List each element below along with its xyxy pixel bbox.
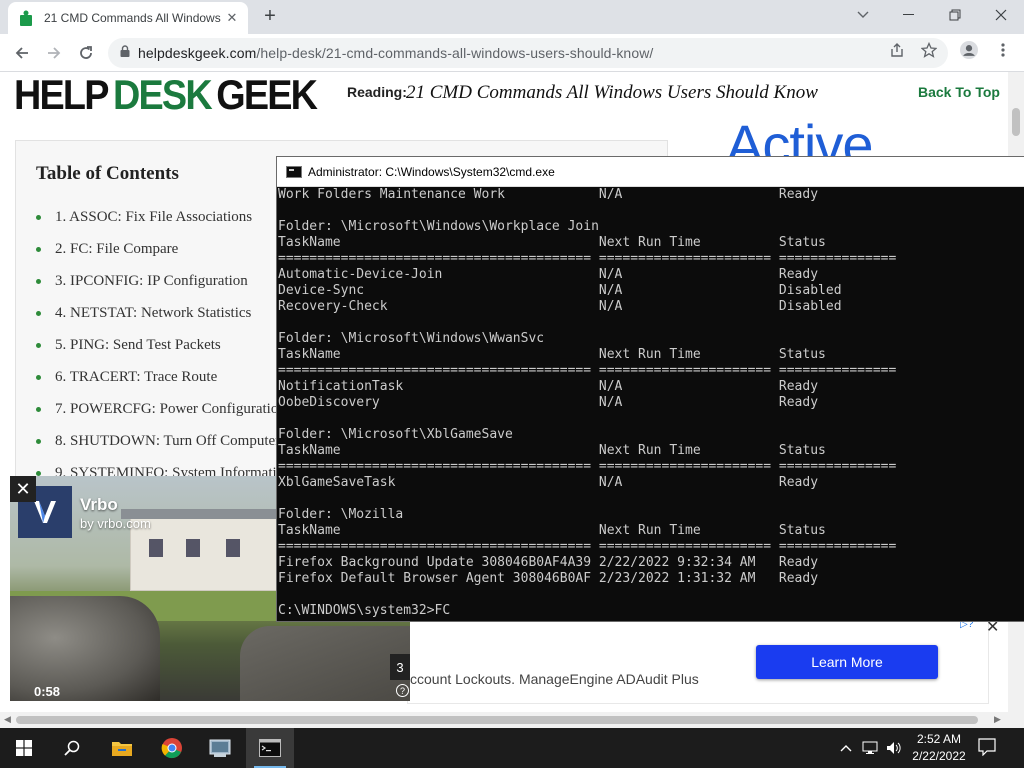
close-window-icon[interactable] (978, 0, 1024, 30)
toc-item-label: 6. TRACERT: Trace Route (55, 368, 218, 385)
cmd-icon (286, 165, 302, 178)
toc-item-label: 2. FC: File Compare (55, 240, 179, 257)
lock-icon[interactable] (120, 44, 130, 62)
video-scene-car (10, 596, 160, 701)
video-brand-name: Vrbo (80, 495, 118, 514)
bullet-icon (36, 470, 41, 476)
bullet-icon (36, 278, 41, 284)
show-hidden-icons-chevron-icon[interactable] (838, 740, 854, 756)
address-bar[interactable]: helpdeskgeek.com/help-desk/21-cmd-comman… (108, 38, 948, 68)
tab-close-icon[interactable]: ✕ (224, 10, 240, 26)
logo-part-desk: DESK (113, 72, 213, 118)
chrome-icon[interactable] (148, 728, 196, 768)
notification-icon[interactable] (978, 738, 1002, 758)
toc-item[interactable]: 2. FC: File Compare (36, 233, 292, 265)
tab-title: 21 CMD Commands All Windows (44, 11, 221, 25)
start-windows-icon[interactable] (0, 728, 48, 768)
cmd-window[interactable]: Administrator: C:\Windows\System32\cmd.e… (276, 156, 1024, 622)
reading-title: 21 CMD Commands All Windows Users Should… (406, 82, 818, 103)
cmd-console[interactable]: Work Folders Maintenance Work N/A Ready … (277, 187, 1024, 621)
taskbar-clock[interactable]: 2:52 AM 2/22/2022 (906, 731, 972, 765)
browser-tab-strip: 21 CMD Commands All Windows ✕ + (0, 0, 1024, 34)
search-icon[interactable] (48, 728, 96, 768)
logo-part-help: HELP (14, 72, 109, 118)
bullet-icon (36, 214, 41, 220)
toc-item-label: 7. POWERCFG: Power Configuration (55, 400, 286, 417)
url-text: helpdeskgeek.com/help-desk/21-cmd-comman… (138, 45, 653, 61)
bullet-icon (36, 310, 41, 316)
video-scene-window (226, 539, 240, 557)
toc-item[interactable]: 6. TRACERT: Trace Route (36, 361, 292, 393)
bullet-icon (36, 342, 41, 348)
toc-item-label: 8. SHUTDOWN: Turn Off Computer (55, 432, 281, 449)
toc-title: Table of Contents (36, 163, 179, 184)
video-close-button[interactable]: ✕ (10, 476, 36, 502)
url-host: helpdeskgeek.com (138, 45, 257, 61)
toc-item-label: 5. PING: Send Test Packets (55, 336, 221, 353)
toc-item[interactable]: 3. IPCONFIG: IP Configuration (36, 265, 292, 297)
share-icon[interactable] (888, 41, 906, 59)
video-help-icon[interactable]: ? (396, 684, 409, 697)
menu-kebab-icon[interactable] (994, 41, 1012, 59)
toc-item-label: 3. IPCONFIG: IP Configuration (55, 272, 248, 289)
profile-avatar-icon[interactable] (960, 41, 978, 59)
learn-more-button[interactable]: Learn More (756, 645, 938, 679)
video-scene-house (121, 509, 291, 591)
new-tab-icon[interactable]: + (260, 6, 280, 26)
network-icon[interactable] (862, 740, 878, 756)
toc-list: 1. ASSOC: Fix File Associations 2. FC: F… (36, 201, 292, 489)
toc-item[interactable]: 1. ASSOC: Fix File Associations (36, 201, 292, 233)
volume-icon[interactable] (886, 740, 902, 756)
clock-date: 2/22/2022 (912, 749, 966, 763)
vertical-scroll-thumb[interactable] (1012, 108, 1020, 136)
toc-item-label: 1. ASSOC: Fix File Associations (55, 208, 253, 225)
cmd-taskbar-icon[interactable] (246, 728, 294, 768)
horizontal-scrollbar[interactable]: ◀ ▶ (0, 712, 1024, 728)
file-explorer-icon[interactable] (98, 728, 146, 768)
ad-banner-bottom[interactable]: ▷? ✕ ccount Lockouts. ManageEngine ADAud… (407, 616, 999, 704)
reload-icon[interactable] (74, 41, 98, 65)
bullet-icon (36, 438, 41, 444)
cmd-title: Administrator: C:\Windows\System32\cmd.e… (308, 164, 555, 179)
bookmark-star-icon[interactable] (920, 41, 938, 59)
toc-item[interactable]: 5. PING: Send Test Packets (36, 329, 292, 361)
browser-tab[interactable]: 21 CMD Commands All Windows ✕ (8, 2, 248, 34)
ad-banner-active[interactable]: Active (706, 112, 1006, 162)
cmd-titlebar[interactable]: Administrator: C:\Windows\System32\cmd.e… (277, 157, 1024, 187)
back-to-top-link[interactable]: Back To Top (918, 84, 1000, 100)
video-ad-count: 3 (390, 654, 410, 680)
site-logo[interactable]: HELP DESK GEEK (14, 72, 318, 118)
toc-item[interactable]: 4. NETSTAT: Network Statistics (36, 297, 292, 329)
restore-icon[interactable] (932, 0, 978, 30)
taskbar: 2:52 AM 2/22/2022 (0, 728, 1024, 768)
back-arrow-icon[interactable] (10, 41, 34, 65)
cmd-output: Work Folders Maintenance Work N/A Ready … (278, 187, 897, 618)
video-time: 0:58 (34, 684, 61, 699)
favicon-icon (18, 10, 34, 26)
toc-item[interactable]: 8. SHUTDOWN: Turn Off Computer (36, 425, 292, 457)
toc-item[interactable]: 7. POWERCFG: Power Configuration (36, 393, 292, 425)
clock-time: 2:52 AM (916, 732, 962, 746)
ad-bottom-text: ccount Lockouts. ManageEngine ADAudit Pl… (410, 671, 699, 687)
bullet-icon (36, 246, 41, 252)
url-path: /help-desk/21-cmd-commands-all-windows-u… (256, 45, 654, 61)
ad-active-text: Active (726, 113, 873, 162)
logo-part-geek: GEEK (216, 72, 318, 118)
reading-label: Reading: (347, 84, 407, 100)
video-brand-subtitle: by vrbo.com (80, 516, 151, 531)
video-scene-window (149, 539, 163, 557)
video-scene-window (186, 539, 200, 557)
tab-search-icon[interactable] (840, 0, 886, 30)
scroll-right-icon[interactable]: ▶ (994, 714, 1001, 725)
video-scene-seat (240, 626, 410, 701)
scroll-left-icon[interactable]: ◀ (4, 714, 11, 725)
bullet-icon (36, 374, 41, 380)
horizontal-scroll-thumb[interactable] (16, 716, 978, 724)
forward-arrow-icon[interactable] (42, 41, 66, 65)
minimize-icon[interactable] (886, 0, 932, 30)
bullet-icon (36, 406, 41, 412)
toc-item-label: 4. NETSTAT: Network Statistics (55, 304, 252, 321)
browser-toolbar: helpdeskgeek.com/help-desk/21-cmd-comman… (0, 34, 1024, 72)
control-panel-icon[interactable] (196, 728, 244, 768)
